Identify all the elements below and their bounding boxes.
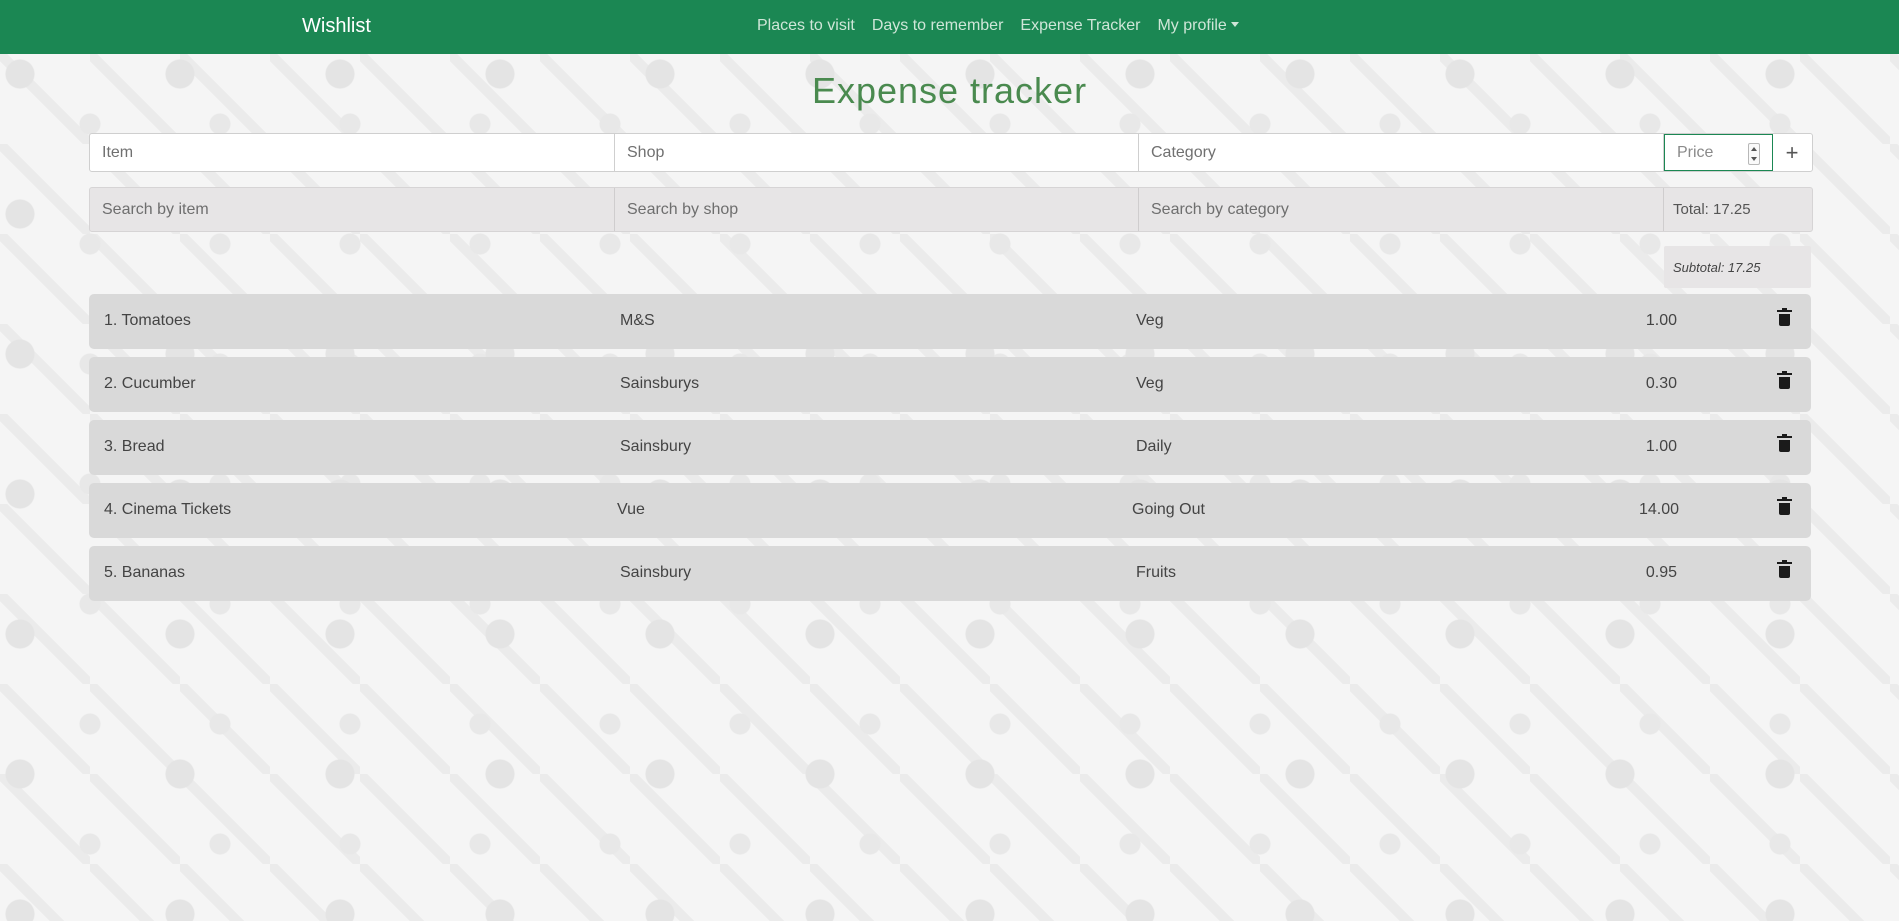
expense-price: 1.00: [1645, 438, 1677, 455]
expense-row: 3. Bread Sainsbury Daily 1.00: [89, 420, 1811, 475]
price-spinner[interactable]: [1748, 143, 1760, 165]
add-expense-form: Item Shop Category Price +: [89, 133, 1813, 172]
item-input[interactable]: Item: [90, 134, 615, 171]
shop-input[interactable]: Shop: [615, 134, 1139, 171]
search-item-input[interactable]: Search by item: [90, 188, 615, 231]
expense-shop: Sainsbury: [620, 564, 692, 581]
caret-down-icon: [1230, 22, 1239, 27]
nav-days-to-remember[interactable]: Days to remember: [872, 17, 1004, 35]
expense-item: 4. Cinema Tickets: [104, 501, 232, 518]
top-navbar: Wishlist Places to visit Days to remembe…: [0, 0, 1899, 54]
expense-category: Veg: [1136, 375, 1164, 392]
expense-shop: Sainsburys: [620, 375, 700, 392]
subtotal-display: Subtotal: 17.25: [1664, 246, 1811, 288]
brand-link[interactable]: Wishlist: [302, 15, 371, 38]
page-title: Expense tracker: [811, 70, 1088, 111]
nav-my-profile-label: My profile: [1157, 17, 1227, 34]
expense-category: Fruits: [1136, 564, 1176, 581]
expense-category: Daily: [1136, 438, 1172, 455]
expense-category: Veg: [1136, 312, 1164, 329]
main-content: Expense tracker Item Shop Category Price…: [0, 0, 1899, 921]
expense-price: 14.00: [1638, 501, 1679, 518]
trash-icon[interactable]: [1777, 371, 1792, 389]
category-input[interactable]: Category: [1139, 134, 1664, 171]
trash-icon[interactable]: [1777, 497, 1792, 515]
price-input[interactable]: Price: [1664, 134, 1773, 171]
expense-row: 2. Cucumber Sainsburys Veg 0.30: [89, 357, 1811, 412]
expense-shop: Vue: [617, 501, 645, 518]
nav-expense-tracker[interactable]: Expense Tracker: [1020, 17, 1140, 35]
nav-my-profile-dropdown[interactable]: My profile: [1157, 17, 1239, 35]
expense-item: 2. Cucumber: [104, 375, 196, 392]
add-expense-button[interactable]: +: [1773, 134, 1811, 171]
expense-item: 3. Bread: [104, 438, 165, 455]
expense-row: 5. Bananas Sainsbury Fruits 0.95: [89, 546, 1811, 601]
expense-shop: M&S: [620, 312, 655, 329]
trash-icon[interactable]: [1777, 560, 1792, 578]
expense-shop: Sainsbury: [620, 438, 692, 455]
expense-price: 0.95: [1645, 564, 1677, 581]
nav-places-to-visit[interactable]: Places to visit: [757, 17, 855, 35]
expense-price: 0.30: [1645, 375, 1677, 392]
search-shop-input[interactable]: Search by shop: [615, 188, 1139, 231]
expense-price: 1.00: [1645, 312, 1677, 329]
expense-item: 5. Bananas: [104, 564, 185, 581]
nav-links: Places to visit Days to remember Expense…: [757, 17, 1239, 35]
expense-row: 4. Cinema Tickets Vue Going Out 14.00: [89, 483, 1811, 538]
search-category-input[interactable]: Search by category: [1139, 188, 1664, 231]
search-filters: Search by item Search by shop Search by …: [89, 187, 1813, 232]
expense-category: Going Out: [1132, 501, 1205, 518]
total-display: Total: 17.25: [1673, 201, 1751, 218]
expense-row: 1. Tomatoes M&S Veg 1.00: [89, 294, 1811, 349]
price-placeholder: Price: [1677, 143, 1714, 161]
trash-icon[interactable]: [1777, 308, 1792, 326]
expense-item: 1. Tomatoes: [104, 312, 191, 329]
trash-icon[interactable]: [1777, 434, 1792, 452]
